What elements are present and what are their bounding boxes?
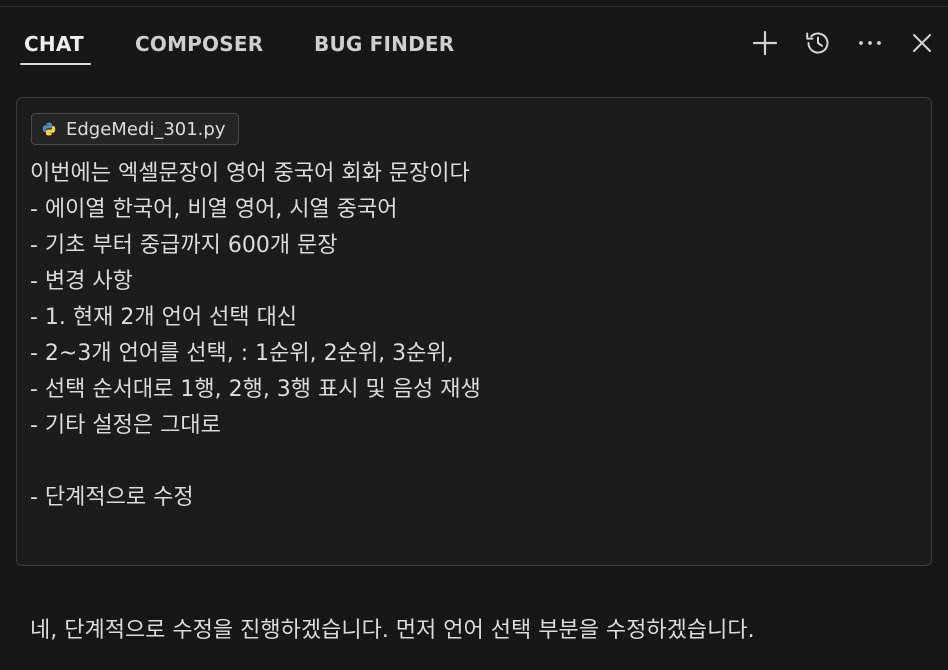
prompt-line: 이번에는 엑셀문장이 영어 중국어 회화 문장이다 [30,161,470,186]
python-icon [42,122,56,136]
prompt-line: - 선택 순서대로 1행, 2행, 3행 표시 및 음성 재생 [30,377,481,402]
prompt-line [30,444,481,480]
prompt-line: - 기타 설정은 그대로 [30,413,221,438]
tab-composer[interactable]: COMPOSER [135,32,263,56]
prompt-line: - 변경 사항 [30,269,133,294]
more-icon [859,41,881,45]
user-prompt-box[interactable]: EdgeMedi_301.py 이번에는 엑셀문장이 영어 중국어 회화 문장이… [16,97,932,566]
tab-bar: CHAT COMPOSER BUG FINDER [0,0,948,80]
active-tab-indicator [20,63,91,65]
new-chat-button[interactable] [748,26,782,60]
tab-chat[interactable]: CHAT [24,32,84,56]
attached-file-chip[interactable]: EdgeMedi_301.py [31,113,239,145]
history-icon [806,32,829,54]
attached-file-name: EdgeMedi_301.py [66,118,226,140]
prompt-line: - 단계적으로 수정 [30,485,194,510]
prompt-line: - 2~3개 언어를 선택, : 1순위, 2순위, 3순위, [30,341,454,366]
close-button[interactable] [905,26,939,60]
prompt-line: - 에이열 한국어, 비열 영어, 시열 중국어 [30,197,398,222]
more-options-button[interactable] [853,26,887,60]
close-icon [913,34,931,52]
prompt-line: - 1. 현재 2개 언어 선택 대신 [30,305,298,330]
prompt-text: 이번에는 엑셀문장이 영어 중국어 회화 문장이다 - 에이열 한국어, 비열 … [30,156,481,516]
history-button[interactable] [801,26,835,60]
plus-icon [752,30,778,56]
prompt-line: - 기초 부터 중급까지 600개 문장 [30,233,338,258]
tab-bug-finder[interactable]: BUG FINDER [314,32,454,56]
assistant-response: 네, 단계적으로 수정을 진행하겠습니다. 먼저 언어 선택 부분을 수정하겠습… [30,618,755,643]
